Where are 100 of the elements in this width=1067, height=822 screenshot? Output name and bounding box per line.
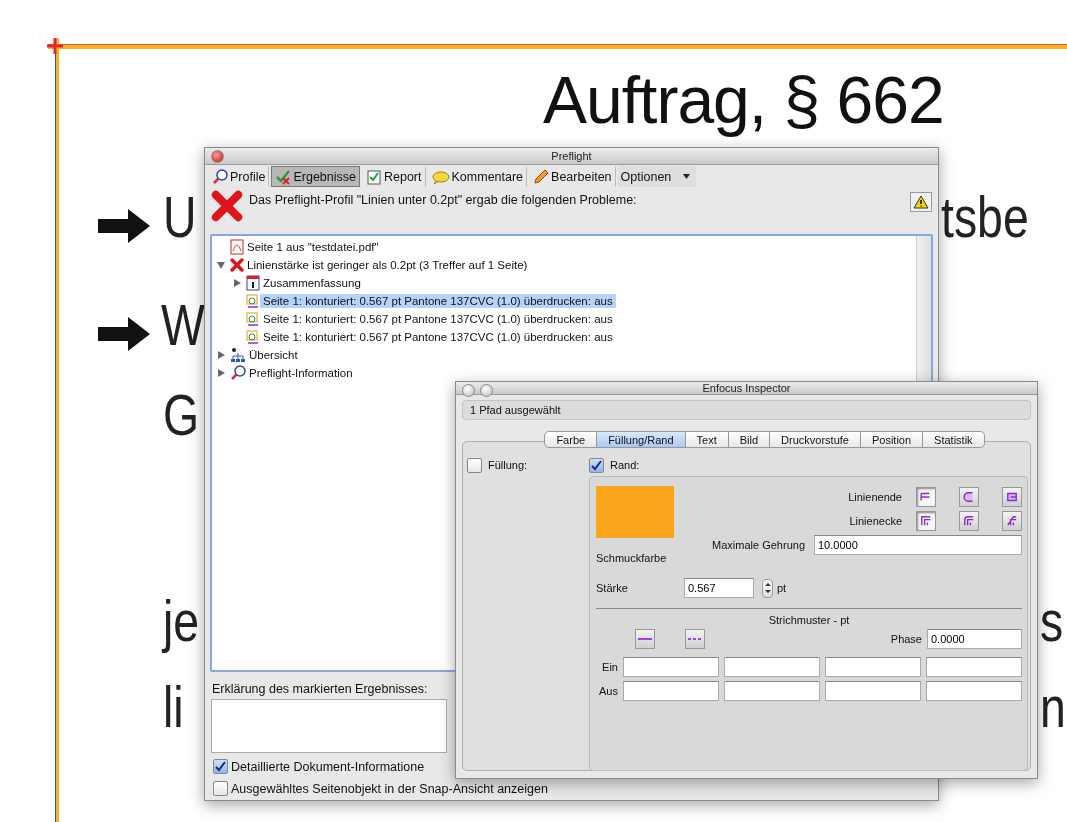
- style-button[interactable]: [959, 487, 979, 507]
- scrollbar[interactable]: [916, 236, 931, 382]
- line-cap-icon: [962, 490, 976, 504]
- stepper[interactable]: [762, 578, 773, 598]
- style-button[interactable]: [1002, 511, 1022, 531]
- line-join-icon: [919, 514, 933, 528]
- dash-row-label: Aus: [598, 685, 618, 697]
- tab[interactable]: Position: [860, 431, 924, 448]
- document-text: s: [1040, 592, 1064, 650]
- tree-item[interactable]: Seite 1: konturiert: 0.567 pt Pantone 137CVC (1.0) überdrucken: aus: [260, 330, 616, 344]
- tab[interactable]: Füllung/Rand: [597, 431, 686, 448]
- close-button[interactable]: [211, 150, 224, 163]
- phase-field[interactable]: 0.0000: [927, 629, 1022, 649]
- document-text: W: [161, 296, 205, 354]
- style-button[interactable]: [959, 511, 979, 531]
- pencil-icon: [533, 168, 550, 185]
- explanation-label: Erklärung des markierten Ergebnisses:: [212, 682, 428, 696]
- phase-label: Phase: [890, 633, 922, 645]
- checkbox-label: Detaillierte Dokument-Informatione: [231, 759, 425, 774]
- option-label: Linienecke: [849, 515, 902, 527]
- line-join-icon: [1005, 514, 1019, 528]
- dash-field[interactable]: [623, 681, 719, 701]
- hierarchy-icon: [230, 347, 246, 363]
- unit-label: pt: [777, 582, 787, 594]
- solid-line-button[interactable]: [635, 629, 655, 649]
- toolbar-button[interactable]: Kommentare: [427, 166, 528, 187]
- window-title: Preflight: [551, 150, 592, 162]
- minimize-button[interactable]: [480, 384, 493, 397]
- window-title: Enfocus Inspector: [702, 382, 791, 394]
- error-icon: [230, 258, 244, 272]
- tab[interactable]: Farbe: [544, 431, 598, 448]
- line-join-icon: [962, 514, 976, 528]
- dash-field[interactable]: [926, 681, 1022, 701]
- tab[interactable]: Druckvorstufe: [770, 431, 861, 448]
- checkbox[interactable]: [213, 781, 228, 796]
- style-button[interactable]: [916, 511, 936, 531]
- tree-item[interactable]: Seite 1: konturiert: 0.567 pt Pantone 137CVC (1.0) überdrucken: aus: [260, 294, 616, 308]
- document-heading: Auftrag, § 662: [543, 62, 944, 138]
- tree-item[interactable]: Linienstärke ist geringer als 0.2pt (3 Treffer auf 1 Seite): [244, 258, 531, 272]
- weight-field[interactable]: 0.567: [684, 578, 754, 598]
- path-object-icon: [246, 294, 260, 308]
- explanation-field[interactable]: [211, 699, 447, 753]
- stepper-arrows-icon: [764, 582, 771, 594]
- tree-item[interactable]: Preflight-Information: [246, 366, 356, 380]
- tree-item[interactable]: Übersicht: [246, 348, 301, 362]
- document-text: tsbe: [941, 188, 1029, 246]
- dash-field[interactable]: [926, 657, 1022, 677]
- magnifier-icon: [212, 168, 228, 185]
- line-cap-icon: [919, 490, 933, 504]
- checklist-icon: [275, 168, 292, 185]
- option-label: Linienende: [848, 491, 902, 503]
- solid-line-icon: [638, 636, 652, 642]
- document-text: G: [163, 386, 200, 444]
- result-message: Das Preflight-Profil "Linien unter 0.2pt" ergab die folgenden Probleme:: [249, 193, 638, 207]
- checkbox[interactable]: [213, 759, 228, 774]
- close-button[interactable]: [462, 384, 475, 397]
- document-text: li: [163, 678, 184, 736]
- checkbox-label: Rand:: [610, 459, 640, 471]
- dash-field[interactable]: [724, 657, 820, 677]
- warning-button[interactable]: [910, 192, 932, 212]
- tab[interactable]: Text: [685, 431, 729, 448]
- tree-item[interactable]: Zusammenfassung: [260, 276, 364, 290]
- tab[interactable]: Statistik: [923, 431, 985, 448]
- toolbar-button[interactable]: Profile: [208, 166, 270, 187]
- dash-heading: Strichmuster - pt: [768, 614, 850, 626]
- color-swatch[interactable]: [596, 486, 674, 538]
- tree-item[interactable]: Seite 1 aus "testdatei.pdf": [244, 240, 382, 254]
- dash-field[interactable]: [623, 657, 719, 677]
- dash-field[interactable]: [724, 681, 820, 701]
- swatch-label: Schmuckfarbe: [596, 552, 668, 564]
- toolbar-button[interactable]: Report: [362, 166, 426, 187]
- line-cap-icon: [1005, 490, 1019, 504]
- speech-bubble-icon: [431, 168, 450, 185]
- style-button[interactable]: [1002, 487, 1022, 507]
- tab[interactable]: Bild: [728, 431, 771, 448]
- option-label: Maximale Gehrung: [712, 539, 805, 551]
- info-document-icon: [246, 275, 260, 291]
- weight-label: Stärke: [596, 582, 629, 594]
- options-menu[interactable]: Optionen: [617, 166, 697, 187]
- miter-field[interactable]: 10.0000: [814, 535, 1022, 555]
- toolbar-button[interactable]: Bearbeiten: [529, 166, 616, 187]
- dash-field[interactable]: [825, 681, 921, 701]
- tree-item[interactable]: Seite 1: konturiert: 0.567 pt Pantone 137CVC (1.0) überdrucken: aus: [260, 312, 616, 326]
- path-object-icon: [246, 330, 260, 344]
- checkbox-label: Füllung:: [488, 459, 528, 471]
- dashed-line-icon: [688, 636, 702, 642]
- path-object-icon: [246, 312, 260, 326]
- error-icon: [211, 190, 243, 222]
- magnifier-icon: [230, 365, 246, 381]
- document-text: n: [1040, 678, 1066, 736]
- clipboard-icon: [366, 168, 382, 185]
- pdf-document-icon: [230, 239, 244, 255]
- toolbar-button[interactable]: Ergebnisse: [271, 166, 360, 187]
- dash-field[interactable]: [825, 657, 921, 677]
- selection-status: 1 Pfad ausgewählt: [470, 404, 561, 416]
- document-text: U: [163, 188, 197, 246]
- style-button[interactable]: [916, 487, 936, 507]
- checkbox-label: Ausgewähltes Seitenobjekt in der Snap-Ansicht anzeigen: [231, 781, 548, 796]
- dashed-line-button[interactable]: [685, 629, 705, 649]
- caret-icon: [683, 174, 691, 179]
